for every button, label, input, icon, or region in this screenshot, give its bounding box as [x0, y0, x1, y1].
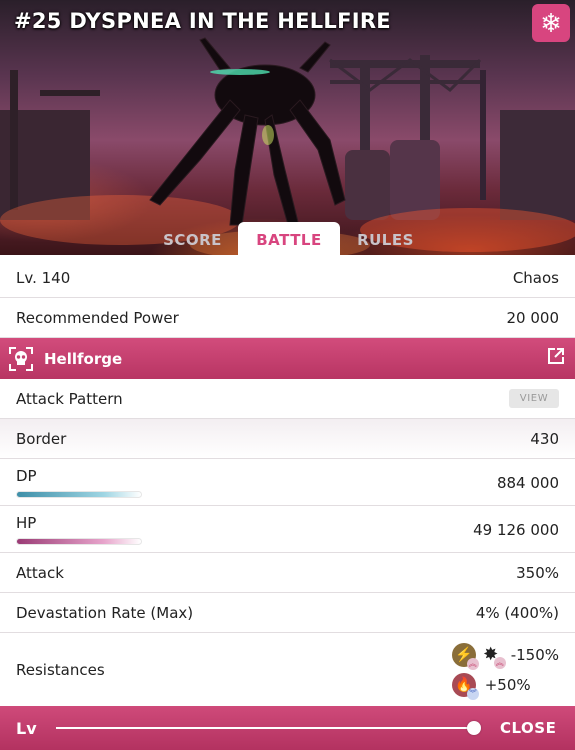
resistance-list: ⚡ ︽ ✸ ︽ -150% 🔥 ︾ +50%: [451, 640, 559, 700]
skull-icon: [8, 346, 34, 372]
stage-title: #25 DYSPNEA IN THE HELLFIRE: [14, 9, 391, 33]
resistance-item: 🔥 ︾ +50%: [451, 670, 531, 700]
tab-rules[interactable]: RULES: [343, 222, 428, 255]
attack-label: Attack: [16, 563, 64, 582]
border-row: Border 430: [0, 419, 575, 459]
tab-battle[interactable]: BATTLE: [238, 222, 340, 255]
battle-details: Lv. 140 Chaos Recommended Power 20 000 H…: [0, 258, 575, 707]
banner-artwork: [0, 37, 575, 255]
snowflake-button[interactable]: ❄: [532, 4, 570, 42]
snowflake-icon: ❄: [540, 8, 562, 38]
external-link-icon[interactable]: [547, 347, 565, 370]
devastation-label: Devastation Rate (Max): [16, 603, 194, 622]
border-value: 430: [530, 429, 559, 448]
recommended-power-row: Recommended Power 20 000: [0, 298, 575, 338]
border-label: Border: [16, 429, 67, 448]
attack-pattern-row: Attack Pattern VIEW: [0, 379, 575, 419]
level-label: Lv. 140: [16, 268, 71, 287]
difficulty-value: Chaos: [512, 268, 559, 287]
burst-icon: ✸ ︽: [483, 644, 506, 669]
resistances-label: Resistances: [16, 660, 105, 679]
slider-knob[interactable]: [467, 721, 481, 735]
hp-value: 49 126 000: [473, 521, 559, 539]
dp-value: 884 000: [496, 474, 559, 492]
level-slider[interactable]: [56, 718, 481, 738]
level-row: Lv. 140 Chaos: [0, 258, 575, 298]
resistance-item: ⚡ ︽ ✸ ︽ -150%: [451, 640, 559, 670]
hp-gauge: [16, 538, 142, 545]
resistance-value: -150%: [510, 645, 559, 664]
resistance-value: +50%: [484, 675, 531, 694]
slider-track: [56, 727, 474, 729]
view-attack-pattern-button[interactable]: VIEW: [509, 389, 559, 408]
stage-banner: #25 DYSPNEA IN THE HELLFIRE ❄ SCORE BATT…: [0, 0, 575, 255]
hp-label: HP: [16, 514, 37, 532]
dp-label: DP: [16, 467, 37, 485]
resistances-row: Resistances ⚡ ︽ ✸ ︽ -150% 🔥 ︾ +50%: [0, 633, 575, 707]
dp-row: DP 884 000: [0, 459, 575, 506]
boss-name: Hellforge: [44, 349, 123, 368]
tab-bar: SCORE BATTLE RULES: [0, 222, 575, 255]
boss-section-header[interactable]: Hellforge: [0, 338, 575, 379]
hp-row: HP 49 126 000: [0, 506, 575, 553]
recommended-power-value: 20 000: [506, 308, 560, 327]
attack-pattern-label: Attack Pattern: [16, 389, 123, 408]
footer-bar: Lv CLOSE: [0, 706, 575, 750]
close-button[interactable]: CLOSE: [500, 719, 556, 737]
recommended-power-label: Recommended Power: [16, 308, 179, 327]
lightning-icon: ⚡ ︽: [451, 642, 479, 670]
dp-gauge: [16, 491, 142, 498]
attack-value: 350%: [516, 563, 559, 582]
fire-icon: 🔥 ︾: [451, 672, 479, 700]
level-slider-label: Lv: [16, 718, 37, 738]
tab-score[interactable]: SCORE: [150, 222, 235, 255]
devastation-value: 4% (400%): [475, 603, 559, 622]
devastation-row: Devastation Rate (Max) 4% (400%): [0, 593, 575, 633]
attack-row: Attack 350%: [0, 553, 575, 593]
